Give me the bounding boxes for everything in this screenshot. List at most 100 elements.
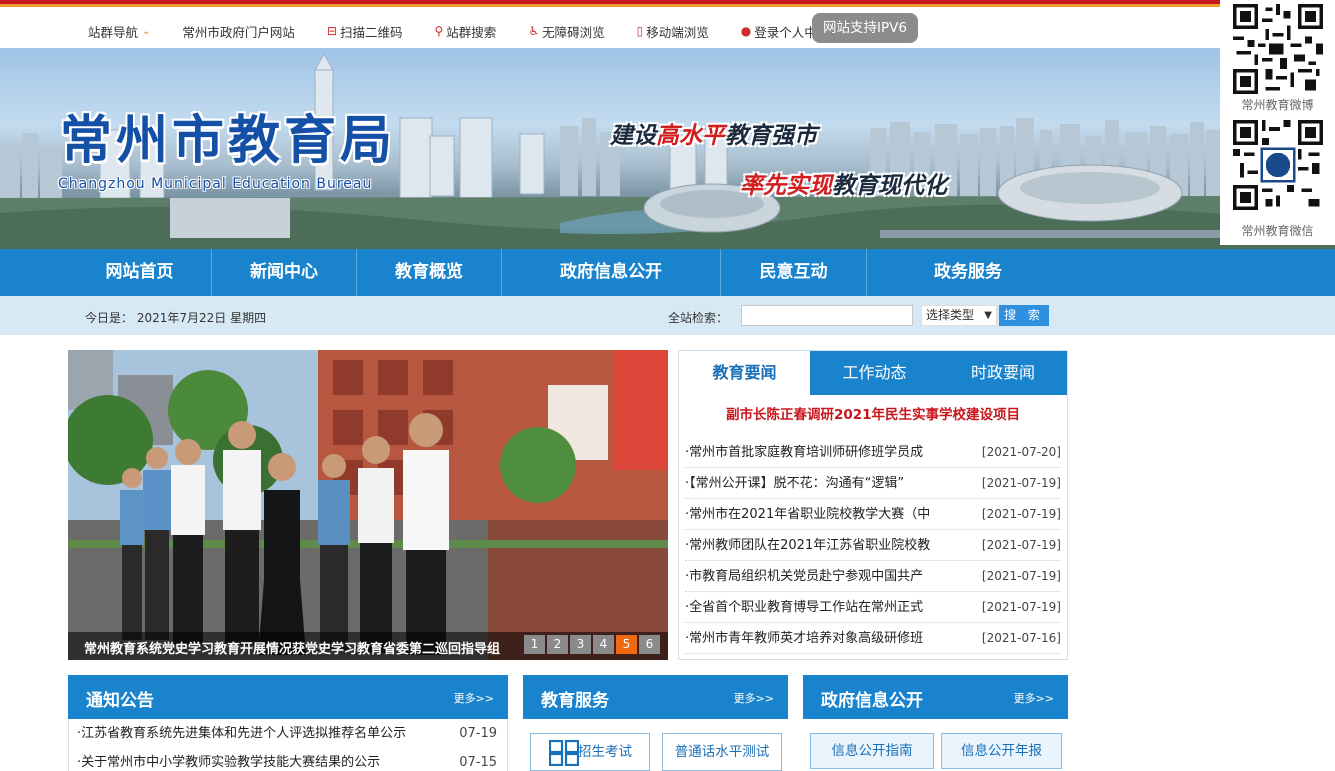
gov-info-panel: 政府信息公开 更多>> 信息公开指南 信息公开年报 xyxy=(803,675,1068,771)
mandarin-test-button[interactable]: 普通话水平测试 xyxy=(662,733,782,771)
news-list-item: ·市教育局组织机关党员赴宁参观中国共产 [2021-07-19] xyxy=(685,561,1061,592)
news-item-title[interactable]: ·常州市青年教师英才培养对象高级研修班 xyxy=(685,623,955,654)
slogan-2-part-a: 率先实现 xyxy=(740,173,832,199)
news-list: ·常州市首批家庭教育培训师研修班学员成 [2021-07-20] ·【常州公开课】… xyxy=(685,437,1061,654)
news-item-title[interactable]: ·常州市首批家庭教育培训师研修班学员成 xyxy=(685,437,955,468)
dropdown-arrow-icon: ▼ xyxy=(984,310,992,321)
slogan-1-part-c: 教育强市 xyxy=(725,123,817,149)
notice-item-title[interactable]: ·江苏省教育系统先进集体和先进个人评选拟推荐名单公示 xyxy=(77,719,437,748)
tab-education-news[interactable]: 教育要闻 xyxy=(679,351,810,395)
slider-page-2[interactable]: 2 xyxy=(547,635,568,654)
mobile-view-link[interactable]: ▯ 移动端浏览 xyxy=(637,22,709,41)
news-item-date: [2021-07-19] xyxy=(981,569,1061,583)
slider-caption-text[interactable]: 常州教育系统党史学习教育开展情况获党史学习教育省委第二巡回指导组 xyxy=(84,638,524,657)
notice-more-link[interactable]: 更多>> xyxy=(454,690,494,706)
nav-public-interaction[interactable]: 民意互动 xyxy=(721,249,866,296)
weixin-qrcode-image[interactable] xyxy=(1230,120,1326,210)
service-panel-header: 教育服务 更多>> xyxy=(523,675,788,719)
slogan-line-2: 率先实现教育现代化 xyxy=(740,166,947,200)
news-tabs: 教育要闻 工作动态 时政要闻 xyxy=(679,351,1067,395)
news-item-title[interactable]: ·市教育局组织机关党员赴宁参观中国共产 xyxy=(685,561,955,592)
gov-info-more-link[interactable]: 更多>> xyxy=(1014,690,1054,706)
gov-info-panel-header: 政府信息公开 更多>> xyxy=(803,675,1068,719)
search-icon: ⚲ xyxy=(434,24,444,38)
news-item-title[interactable]: ·常州市在2021年省职业院校教学大赛（中 xyxy=(685,499,955,530)
site-search-label: 站群搜索 xyxy=(446,24,497,40)
gov-portal-link[interactable]: 常州市政府门户网站 xyxy=(182,22,295,41)
notice-panel-title: 通知公告 xyxy=(86,691,154,711)
nav-education-overview[interactable]: 教育概览 xyxy=(357,249,501,296)
news-photo-slider[interactable]: 常州教育系统党史学习教育开展情况获党史学习教育省委第二巡回指导组 1 2 3 4… xyxy=(68,350,668,660)
search-type-select[interactable]: 选择类型 ▼ xyxy=(921,305,997,326)
site-group-nav-label: 站群导航 xyxy=(88,24,139,40)
info-disclosure-report-button[interactable]: 信息公开年报 xyxy=(941,733,1062,769)
notice-item-title[interactable]: ·关于常州市中小学教师实验教学技能大赛结果的公示 xyxy=(77,748,437,771)
info-disclosure-guide-button[interactable]: 信息公开指南 xyxy=(810,733,934,769)
search-button[interactable]: 搜 索 xyxy=(999,305,1049,326)
today-date: 今日是： 2021年7月22日 星期四 xyxy=(85,309,266,326)
qrcode-icon: ⊟ xyxy=(326,24,337,38)
weibo-qrcode-image[interactable] xyxy=(1230,4,1326,94)
nav-home[interactable]: 网站首页 xyxy=(68,249,211,296)
mobile-view-label: 移动端浏览 xyxy=(646,24,709,40)
news-item-title[interactable]: ·全省首个职业教育博导工作站在常州正式 xyxy=(685,592,955,623)
weixin-qrcode-label: 常州教育微信 xyxy=(1241,224,1314,238)
notice-list-item: ·关于常州市中小学教师实验教学技能大赛结果的公示 07-15 xyxy=(69,748,507,771)
slider-page-6[interactable]: 6 xyxy=(639,635,660,654)
ipv6-badge: 网站支持IPV6 xyxy=(812,13,918,43)
weibo-qrcode-label: 常州教育微博 xyxy=(1241,98,1314,112)
notice-panel-header: 通知公告 更多>> xyxy=(68,675,508,719)
site-search-link[interactable]: ⚲ 站群搜索 xyxy=(435,22,497,41)
nav-news-center[interactable]: 新闻中心 xyxy=(212,249,356,296)
chevron-down-icon: ⌄ xyxy=(142,25,151,37)
admission-exam-label: 招生考试 xyxy=(578,744,632,760)
slider-page-3[interactable]: 3 xyxy=(570,635,591,654)
news-list-item: ·常州市青年教师英才培养对象高级研修班 [2021-07-16] xyxy=(685,623,1061,654)
grid-icon xyxy=(549,740,579,766)
accessibility-label: 无障碍浏览 xyxy=(542,24,605,40)
news-item-date: [2021-07-20] xyxy=(981,445,1061,459)
scan-qrcode-link[interactable]: ⊟ 扫描二维码 xyxy=(327,22,403,41)
slider-pager: 1 2 3 4 5 6 xyxy=(522,635,660,654)
notice-list: ·江苏省教育系统先进集体和先进个人评选拟推荐名单公示 07-19 ·关于常州市中小… xyxy=(69,719,507,771)
slider-page-4[interactable]: 4 xyxy=(593,635,614,654)
service-more-link[interactable]: 更多>> xyxy=(734,690,774,706)
news-tab-panel: 教育要闻 工作动态 时政要闻 副市长陈正春调研2021年民生实事学校建设项目 ·… xyxy=(678,350,1068,660)
tab-political-news[interactable]: 时政要闻 xyxy=(939,351,1067,395)
mobile-icon: ▯ xyxy=(636,24,644,38)
news-item-title[interactable]: ·常州教师团队在2021年江苏省职业院校教 xyxy=(685,530,955,561)
news-item-date: [2021-07-19] xyxy=(981,476,1061,490)
notice-item-date: 07-19 xyxy=(459,726,497,741)
news-headline[interactable]: 副市长陈正春调研2021年民生实事学校建设项目 xyxy=(679,403,1067,423)
news-list-item: ·【常州公开课】脱不花：沟通有“逻辑” [2021-07-19] xyxy=(685,468,1061,499)
date-search-bar: 今日是： 2021年7月22日 星期四 全站检索： 选择类型 ▼ 搜 索 xyxy=(0,296,1335,335)
tab-work-updates[interactable]: 工作动态 xyxy=(810,351,939,395)
slogan-1-part-b: 高水平 xyxy=(656,123,725,149)
slider-page-5[interactable]: 5 xyxy=(616,635,637,654)
main-nav: 网站首页 新闻中心 教育概览 政府信息公开 民意互动 政务服务 xyxy=(0,249,1335,296)
notice-list-item: ·江苏省教育系统先进集体和先进个人评选拟推荐名单公示 07-19 xyxy=(69,719,507,748)
site-search-input[interactable] xyxy=(741,305,913,326)
notice-item-date: 07-15 xyxy=(459,755,497,770)
news-list-item: ·常州教师团队在2021年江苏省职业院校教 [2021-07-19] xyxy=(685,530,1061,561)
admission-exam-button[interactable]: 招生考试 xyxy=(530,733,650,771)
nav-gov-info-disclosure[interactable]: 政府信息公开 xyxy=(502,249,720,296)
gov-info-panel-title: 政府信息公开 xyxy=(821,691,923,711)
site-search-label: 全站检索： xyxy=(668,311,729,325)
nav-gov-services[interactable]: 政务服务 xyxy=(867,249,1069,296)
news-list-item: ·全省首个职业教育博导工作站在常州正式 [2021-07-19] xyxy=(685,592,1061,623)
gov-portal-label: 常州市政府门户网站 xyxy=(182,24,295,40)
news-item-title[interactable]: ·【常州公开课】脱不花：沟通有“逻辑” xyxy=(685,468,955,499)
user-icon: ● xyxy=(740,24,752,38)
accessibility-link[interactable]: ♿ 无障碍浏览 xyxy=(528,22,604,41)
notice-panel: 通知公告 更多>> ·江苏省教育系统先进集体和先进个人评选拟推荐名单公示 07-1… xyxy=(68,675,508,771)
education-service-panel: 教育服务 更多>> 招生考试 普通话水平测试 xyxy=(523,675,788,771)
news-list-item: ·常州市首批家庭教育培训师研修班学员成 [2021-07-20] xyxy=(685,437,1061,468)
service-panel-title: 教育服务 xyxy=(541,691,609,711)
header-banner: 常州市教育局 Changzhou Municipal Education Bur… xyxy=(0,48,1335,249)
slider-page-1[interactable]: 1 xyxy=(524,635,545,654)
qrcode-side-panel: 常州教育微博 常州教育微信 xyxy=(1220,0,1335,245)
date-label: 今日是： xyxy=(85,311,134,325)
site-group-nav-link[interactable]: 站群导航 ⌄ xyxy=(88,22,150,41)
slogan-1-part-a: 建设 xyxy=(610,123,656,149)
